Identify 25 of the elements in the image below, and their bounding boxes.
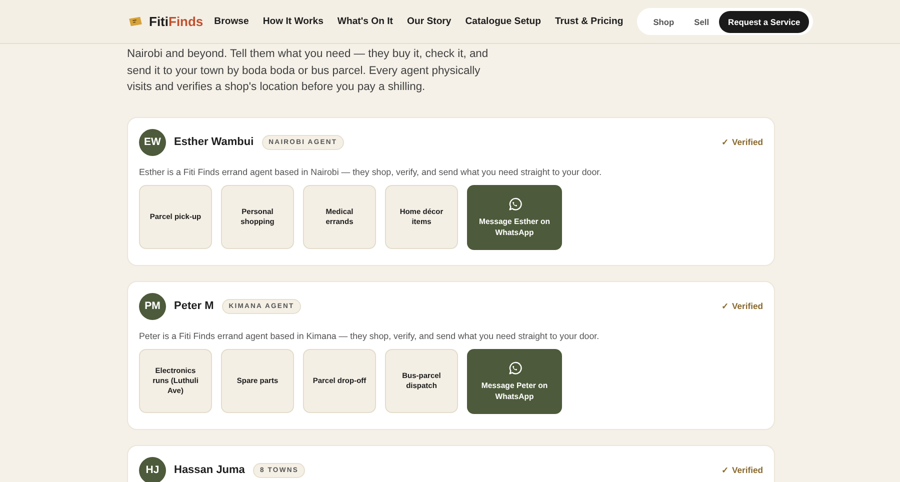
nav-link[interactable]: How It Works bbox=[262, 16, 324, 27]
nav-link[interactable]: Browse bbox=[214, 16, 249, 27]
pill-link[interactable]: Shop bbox=[643, 10, 684, 32]
nav-link[interactable]: What's On It bbox=[337, 16, 393, 27]
agent-name: Esther Wambui bbox=[174, 136, 254, 148]
verified-label: ✓ Verified bbox=[722, 465, 763, 475]
agent-name: Peter M bbox=[174, 300, 214, 312]
avatar: EW bbox=[139, 128, 166, 156]
whatsapp-icon bbox=[507, 360, 522, 376]
nav-link[interactable]: Our Story bbox=[407, 16, 452, 27]
avatar: PM bbox=[139, 292, 166, 320]
agent-description: Peter is a Fiti Finds errand agent based in Kimana — they shop, verify, and send what you need straight to your door. bbox=[139, 330, 600, 340]
agent-description: Esther is a Fiti Finds errand agent based in Nairobi — they shop, verify, and send what you need straight to your door. bbox=[139, 166, 603, 176]
agent-name: Hassan Juma bbox=[174, 464, 245, 476]
verified-label: ✓ Verified bbox=[722, 301, 763, 311]
ticket-icon bbox=[128, 16, 143, 27]
pill-link[interactable]: Sell bbox=[684, 10, 720, 32]
verified-label: ✓ Verified bbox=[722, 137, 763, 147]
intro-text: Nairobi and beyond. Tell them what you need — they buy it, check it, and send it to your town by boda boda or bus parcel. Every agent physically visits and verifies a shop's location before you pay a shilling. bbox=[127, 47, 490, 95]
whatsapp-icon bbox=[507, 196, 522, 212]
nav-link[interactable]: Trust & Pricing bbox=[554, 16, 624, 27]
nav-link[interactable]: Catalogue Setup bbox=[465, 16, 541, 27]
brand-name[interactable]: FitiFinds bbox=[149, 14, 204, 29]
request-service-button[interactable]: Request a Service bbox=[719, 10, 810, 32]
avatar: HJ bbox=[139, 456, 166, 482]
